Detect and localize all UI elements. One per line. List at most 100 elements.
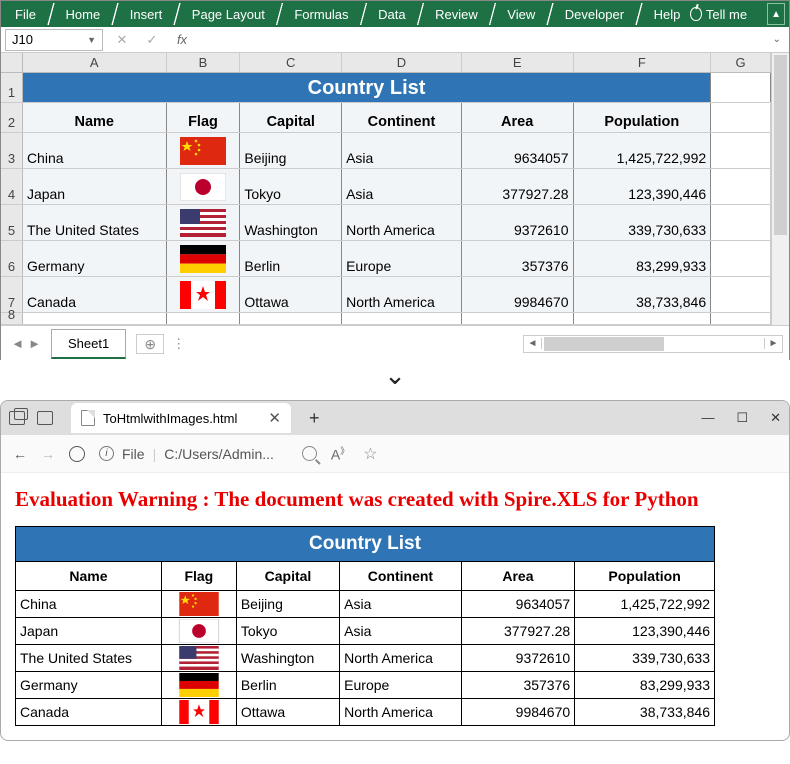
- cell-E2[interactable]: Area: [462, 103, 574, 132]
- cell-continent[interactable]: North America: [342, 205, 462, 240]
- cell-name[interactable]: The United States: [23, 205, 167, 240]
- nav-back-icon[interactable]: ←: [13, 446, 27, 462]
- formula-accept-icon[interactable]: ✓: [137, 32, 167, 48]
- cell-area[interactable]: 9984670: [462, 277, 574, 312]
- col-header-D[interactable]: D: [342, 53, 462, 72]
- sheet-tab-sheet1[interactable]: Sheet1: [51, 329, 126, 359]
- window-maximize-icon[interactable]: ☐: [736, 410, 748, 426]
- cell-capital[interactable]: Tokyo: [240, 169, 342, 204]
- cell-continent[interactable]: Europe: [342, 241, 462, 276]
- cell-name[interactable]: Japan: [23, 169, 167, 204]
- sheet-nav-next-icon[interactable]: ►: [28, 336, 41, 351]
- col-header-G[interactable]: G: [711, 53, 771, 72]
- col-header-C[interactable]: C: [240, 53, 342, 72]
- cell-G1[interactable]: [711, 73, 771, 102]
- col-header-F[interactable]: F: [574, 53, 712, 72]
- sheet-nav-prev-icon[interactable]: ◄: [11, 336, 24, 351]
- cell-F2[interactable]: Population: [574, 103, 712, 132]
- cell-population[interactable]: 123,390,446: [574, 169, 712, 204]
- select-all-corner[interactable]: [1, 53, 23, 72]
- row-header-2[interactable]: 2: [1, 103, 23, 132]
- cell-area[interactable]: 9372610: [462, 205, 574, 240]
- hscroll-thumb[interactable]: [544, 337, 664, 351]
- favorite-icon[interactable]: ☆: [363, 444, 377, 464]
- cell-population[interactable]: 38,733,846: [574, 277, 712, 312]
- ribbon-tab-developer[interactable]: Developer: [555, 3, 634, 26]
- ribbon-tab-view[interactable]: View: [497, 3, 545, 26]
- url-text[interactable]: C:/Users/Admin...: [164, 446, 274, 462]
- fx-icon[interactable]: fx: [167, 32, 197, 47]
- row-header-5[interactable]: 5: [1, 205, 23, 240]
- cell-C2[interactable]: Capital: [240, 103, 342, 132]
- cell-empty[interactable]: [711, 169, 771, 204]
- window-close-icon[interactable]: ✕: [770, 410, 781, 426]
- cell-B2[interactable]: Flag: [167, 103, 241, 132]
- cell-name[interactable]: Canada: [23, 277, 167, 312]
- col-header-A[interactable]: A: [23, 53, 167, 72]
- cell-area[interactable]: 377927.28: [462, 169, 574, 204]
- cell-empty[interactable]: [711, 241, 771, 276]
- cell-flag[interactable]: [167, 277, 241, 312]
- row-header-4[interactable]: 4: [1, 169, 23, 204]
- row-header-1[interactable]: 1: [1, 73, 23, 102]
- tellme-input[interactable]: Tell me: [706, 3, 757, 26]
- new-tab-button[interactable]: +: [309, 408, 320, 429]
- cell-empty[interactable]: [711, 205, 771, 240]
- add-sheet-button[interactable]: ⊕: [136, 334, 164, 354]
- tab-close-icon[interactable]: ✕: [268, 409, 281, 427]
- window-minimize-icon[interactable]: —: [701, 410, 714, 426]
- col-header-E[interactable]: E: [462, 53, 574, 72]
- sheetbar-drag-icon[interactable]: ⋮: [172, 336, 187, 352]
- cell-capital[interactable]: Beijing: [240, 133, 342, 168]
- read-aloud-icon[interactable]: A》: [331, 444, 349, 463]
- scrollbar-thumb[interactable]: [774, 55, 787, 235]
- cell-flag[interactable]: [167, 241, 241, 276]
- ribbon-collapse-button[interactable]: ▲: [767, 3, 785, 25]
- ribbon-tab-pagelayout[interactable]: Page Layout: [182, 3, 275, 26]
- cell-capital[interactable]: Ottawa: [240, 277, 342, 312]
- cell-capital[interactable]: Berlin: [240, 241, 342, 276]
- ribbon-tab-formulas[interactable]: Formulas: [284, 3, 358, 26]
- cell-area[interactable]: 357376: [462, 241, 574, 276]
- zoom-out-icon[interactable]: [302, 446, 317, 461]
- row-header-8[interactable]: 8: [1, 313, 23, 324]
- hscroll-right-icon[interactable]: ►: [764, 338, 782, 349]
- cell-population[interactable]: 339,730,633: [574, 205, 712, 240]
- browser-tab[interactable]: ToHtmlwithImages.html ✕: [71, 403, 291, 433]
- ribbon-tab-home[interactable]: Home: [56, 3, 111, 26]
- cell-population[interactable]: 1,425,722,992: [574, 133, 712, 168]
- ribbon-tab-review[interactable]: Review: [425, 3, 488, 26]
- cell-area[interactable]: 9634057: [462, 133, 574, 168]
- nav-forward-icon[interactable]: →: [41, 446, 55, 462]
- col-header-B[interactable]: B: [167, 53, 241, 72]
- cell-continent[interactable]: Asia: [342, 133, 462, 168]
- formula-expand-icon[interactable]: ⌄: [773, 34, 781, 45]
- row-header-6[interactable]: 6: [1, 241, 23, 276]
- vertical-scrollbar[interactable]: [771, 53, 789, 325]
- cell-G2[interactable]: [711, 103, 771, 132]
- hscroll-left-icon[interactable]: ◄: [524, 338, 542, 349]
- cell-A2[interactable]: Name: [23, 103, 167, 132]
- row-header-3[interactable]: 3: [1, 133, 23, 168]
- cell-D2[interactable]: Continent: [342, 103, 462, 132]
- ribbon-tab-file[interactable]: File: [5, 3, 46, 26]
- site-info-icon[interactable]: i: [99, 446, 114, 461]
- cell-empty[interactable]: [711, 133, 771, 168]
- ribbon-tab-data[interactable]: Data: [368, 3, 415, 26]
- cell-name[interactable]: China: [23, 133, 167, 168]
- ribbon-tab-insert[interactable]: Insert: [120, 3, 173, 26]
- cell-flag[interactable]: [167, 169, 241, 204]
- tab-actions-icon[interactable]: [9, 411, 25, 425]
- cell-name[interactable]: Germany: [23, 241, 167, 276]
- cell-continent[interactable]: North America: [342, 277, 462, 312]
- name-box[interactable]: J10▼: [5, 29, 103, 51]
- cell-empty[interactable]: [711, 277, 771, 312]
- namebox-dropdown-icon[interactable]: ▼: [87, 35, 96, 45]
- cell-population[interactable]: 83,299,933: [574, 241, 712, 276]
- ribbon-tab-help[interactable]: Help: [644, 3, 691, 26]
- cell-capital[interactable]: Washington: [240, 205, 342, 240]
- horizontal-scrollbar[interactable]: ◄ ►: [523, 335, 783, 353]
- cell-continent[interactable]: Asia: [342, 169, 462, 204]
- formula-cancel-icon[interactable]: ✕: [107, 32, 137, 48]
- cell-flag[interactable]: [167, 133, 241, 168]
